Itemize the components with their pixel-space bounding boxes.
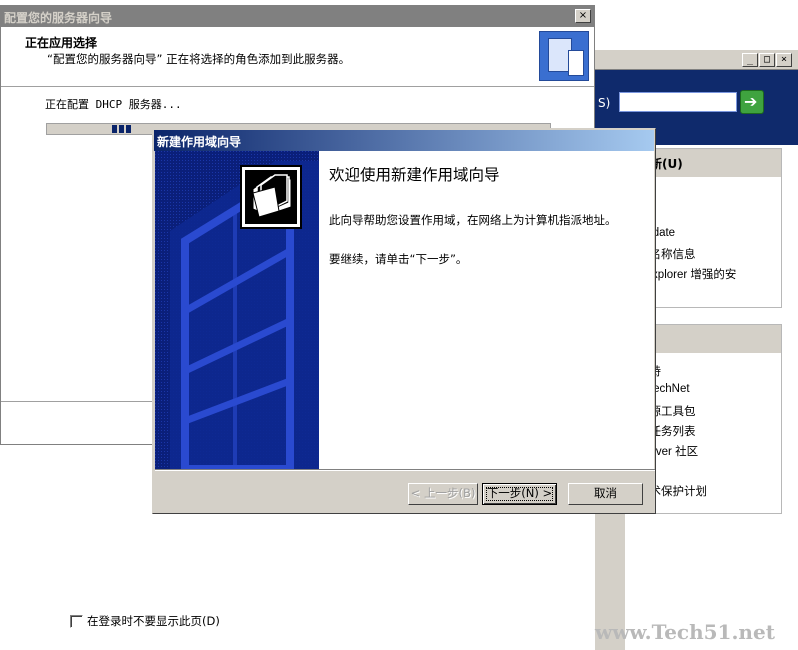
dialog-titlebar: 新建作用域向导 [154,130,654,151]
welcome-title: 欢迎使用新建作用域向导 [329,166,500,184]
manage-server-titlebar: _ □ × [595,50,798,70]
wizard-description: 此向导帮助您设置作用域，在网络上为计算机指派地址。 [329,213,617,227]
watermark: www.Tech51.net [595,620,775,644]
go-button[interactable]: ➔ [740,90,764,114]
focus-ring [486,487,553,501]
resources-panel: E) 支持 ft TechNet 资源工具包 里任务列表 Server 社区 技… [635,324,782,514]
search-label: S) [598,96,611,110]
wizard-subheading: “配置您的服务器向导” 正在将选择的角色添加到此服务器。 [47,52,351,66]
divider [155,469,655,471]
maximize-button[interactable]: □ [759,53,775,67]
configure-wizard-titlebar: 配置您的服务器向导 [1,6,594,27]
panel-heading: E) [636,325,781,353]
panel-heading: 更新(U) [636,149,781,177]
updates-panel: 更新(U) Update 域名称信息 : Explorer 增强的安 [635,148,782,308]
close-button[interactable]: × [776,53,792,67]
new-scope-wizard-dialog: 新建作用域向导 欢迎使用新建作用域向导 此向导帮助您设置作用域，在网络上为计算机… [152,128,656,514]
wizard-side-banner [155,151,319,469]
status-text: 正在配置 DHCP 服务器... [45,98,182,111]
wizard-heading: 正在应用选择 [25,36,98,50]
no-show-label: 在登录时不要显示此页(D) [87,614,220,628]
cancel-button[interactable]: 取消 [568,483,643,505]
wizard-content: 欢迎使用新建作用域向导 此向导帮助您设置作用域，在网络上为计算机指派地址。 要继… [319,151,654,469]
search-input[interactable] [619,92,737,112]
close-button[interactable]: × [575,9,591,23]
continue-instruction: 要继续，请单击“下一步”。 [329,252,468,266]
back-button[interactable]: < 上一步(B) [408,483,478,505]
next-button[interactable]: 下一步(N) > [482,483,557,505]
side-banner-graphic [155,151,319,469]
server-config-icon [539,31,589,81]
arrow-right-icon: ➔ [744,92,758,111]
no-show-checkbox[interactable] [70,615,83,628]
wizard-header: 正在应用选择 “配置您的服务器向导” 正在将选择的角色添加到此服务器。 [1,27,594,87]
minimize-button[interactable]: _ [742,53,758,67]
